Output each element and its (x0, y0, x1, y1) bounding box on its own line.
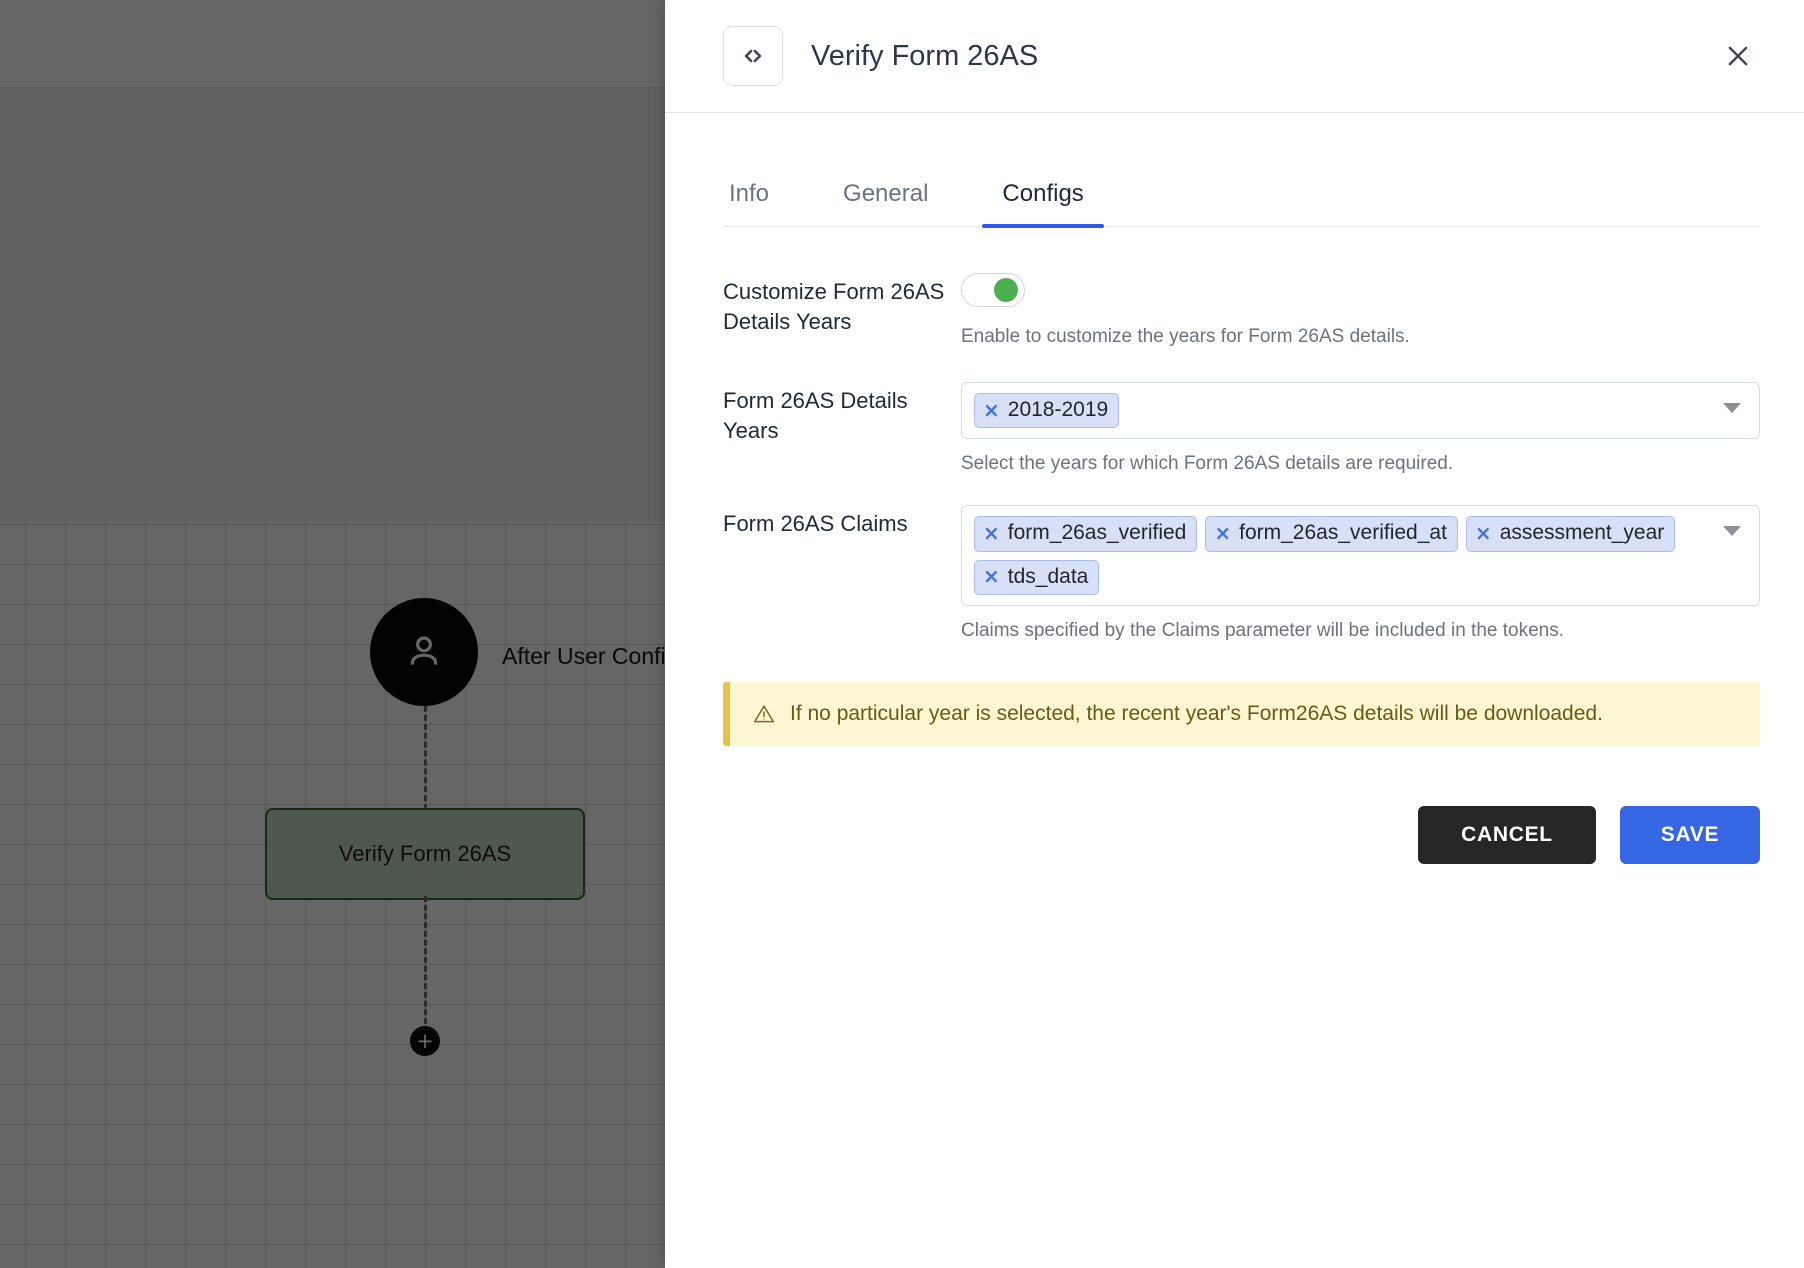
drawer-title: Verify Form 26AS (811, 39, 1039, 72)
chip-remove-icon[interactable]: × (1475, 521, 1492, 546)
drawer-tabs: Info General Configs (723, 161, 1760, 228)
chip-claim-form-26as-verified-at[interactable]: × form_26as_verified_at (1205, 516, 1458, 552)
warning-banner: If no particular year is selected, the r… (723, 681, 1760, 746)
drawer-body: Info General Configs Customize Form 26AS… (665, 113, 1804, 1268)
claims-chips: × form_26as_verified × form_26as_verifie… (974, 516, 1713, 595)
chevron-down-icon[interactable] (1723, 526, 1741, 537)
tab-configs[interactable]: Configs (982, 180, 1105, 228)
configs-form: Customize Form 26AS Details Years Enable… (723, 273, 1760, 864)
details-years-helper: Select the years for which Form 26AS det… (961, 453, 1454, 475)
save-button[interactable]: SAVE (1620, 805, 1760, 864)
details-years-chips: × 2018-2019 (974, 393, 1713, 429)
drawer-header: Verify Form 26AS (665, 0, 1804, 113)
warning-triangle-icon (752, 702, 776, 726)
chip-label: form_26as_verified_at (1239, 521, 1447, 545)
row-claims: Form 26AS Claims × form_26as_verified × (723, 505, 1760, 642)
customize-years-label: Customize Form 26AS Details Years (723, 279, 945, 334)
chevron-down-icon[interactable] (1723, 403, 1741, 413)
chip-remove-icon[interactable]: × (983, 564, 1000, 589)
chip-label: assessment_year (1499, 521, 1665, 545)
chip-year-2018-2019[interactable]: × 2018-2019 (974, 393, 1120, 429)
chip-remove-icon[interactable]: × (983, 521, 1000, 546)
chip-claim-assessment-year[interactable]: × assessment_year (1465, 516, 1676, 552)
chip-label: 2018-2019 (1007, 398, 1109, 421)
details-years-label: Form 26AS Details Years (723, 388, 908, 443)
tab-general[interactable]: General (837, 180, 934, 226)
chip-claim-tds-data[interactable]: × tds_data (974, 559, 1100, 595)
claims-helper: Claims specified by the Claims parameter… (961, 619, 1564, 641)
details-years-control: × 2018-2019 Select the years for which F… (961, 382, 1760, 475)
claims-select[interactable]: × form_26as_verified × form_26as_verifie… (961, 505, 1760, 606)
tab-info[interactable]: Info (723, 180, 775, 226)
chip-label: tds_data (1007, 564, 1089, 588)
customize-years-toggle[interactable] (961, 273, 1025, 307)
code-icon (723, 26, 783, 86)
toggle-knob (994, 278, 1018, 302)
cancel-button[interactable]: CANCEL (1418, 805, 1596, 864)
row-customize-years: Customize Form 26AS Details Years Enable… (723, 273, 1760, 348)
claims-control: × form_26as_verified × form_26as_verifie… (961, 505, 1760, 642)
chip-label: form_26as_verified (1007, 521, 1187, 545)
app-root: After User Confi Verify Form 26AS + Veri… (0, 0, 1804, 1268)
claims-label: Form 26AS Claims (723, 511, 908, 537)
details-years-select[interactable]: × 2018-2019 (961, 382, 1760, 440)
drawer-actions: CANCEL SAVE (723, 805, 1760, 864)
close-icon[interactable] (1716, 34, 1760, 78)
chip-remove-icon[interactable]: × (1214, 521, 1231, 546)
warning-text: If no particular year is selected, the r… (790, 701, 1603, 725)
row-details-years: Form 26AS Details Years × 2018-2019 Sele… (723, 382, 1760, 475)
customize-years-control: Enable to customize the years for Form 2… (961, 273, 1760, 348)
customize-years-helper: Enable to customize the years for Form 2… (961, 326, 1410, 347)
chip-claim-form-26as-verified[interactable]: × form_26as_verified (974, 516, 1198, 552)
config-drawer: Verify Form 26AS Info General Configs Cu… (665, 0, 1804, 1268)
chip-remove-icon[interactable]: × (983, 398, 1000, 423)
